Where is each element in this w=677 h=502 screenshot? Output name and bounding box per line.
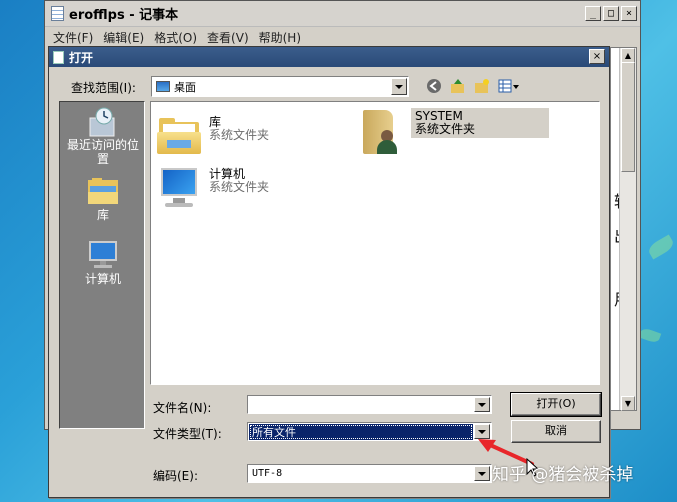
open-file-dialog: 打开 × 查找范围(I): 桌面 最近访问的位置 库 计算机 库 系统文件夹 S… <box>48 46 610 498</box>
notepad-title: erofflps - 记事本 <box>69 8 179 23</box>
back-button[interactable] <box>425 77 443 95</box>
encoding-value: UTF-8 <box>252 468 283 479</box>
new-folder-button[interactable] <box>473 77 491 95</box>
up-folder-button[interactable] <box>449 77 467 95</box>
user-folder-icon <box>359 108 407 156</box>
computer-icon <box>157 166 205 214</box>
file-type: 系统文件夹 <box>209 180 270 194</box>
recent-places-icon <box>89 107 115 137</box>
dialog-app-icon <box>53 50 64 64</box>
library-icon <box>88 178 118 204</box>
view-grid-icon <box>498 79 519 93</box>
desktop-decoration <box>638 326 662 345</box>
lookin-label: 查找范围(I): <box>71 81 136 95</box>
maximize-button[interactable]: □ <box>603 6 619 21</box>
chevron-down-icon[interactable] <box>391 78 407 95</box>
places-bar: 最近访问的位置 库 计算机 <box>59 101 145 429</box>
menu-edit[interactable]: 编辑(E) <box>103 29 144 46</box>
chevron-down-icon[interactable] <box>474 466 490 481</box>
file-item-computer[interactable]: 计算机 系统文件夹 <box>157 166 269 214</box>
file-type: 系统文件夹 <box>209 128 270 142</box>
open-button[interactable]: 打开(O) <box>510 392 602 417</box>
view-menu-button[interactable] <box>497 77 521 95</box>
close-button[interactable]: × <box>621 6 637 21</box>
place-label: 最近访问的位置 <box>66 138 139 166</box>
file-type: 系统文件夹 <box>415 122 476 136</box>
desktop-decoration <box>646 234 676 260</box>
minimize-button[interactable]: _ <box>585 6 601 21</box>
place-computer[interactable]: 计算机 <box>60 240 146 287</box>
dialog-close-button[interactable]: × <box>589 49 605 64</box>
dialog-titlebar[interactable]: 打开 × <box>49 47 609 67</box>
notepad-titlebar[interactable]: erofflps - 记事本 _ □ × <box>45 1 640 27</box>
library-folder-icon <box>157 114 205 162</box>
menu-format[interactable]: 格式(O) <box>154 29 197 46</box>
scroll-up-arrow-icon[interactable]: ▲ <box>621 48 635 63</box>
menu-view[interactable]: 查看(V) <box>207 29 249 46</box>
filename-label: 文件名(N): <box>153 401 212 415</box>
dialog-title: 打开 <box>69 50 94 65</box>
menu-file[interactable]: 文件(F) <box>53 29 93 46</box>
encoding-label: 编码(E): <box>153 469 198 483</box>
encoding-combobox[interactable]: UTF-8 <box>247 464 492 483</box>
chevron-down-icon[interactable] <box>474 397 490 412</box>
menu-help[interactable]: 帮助(H) <box>259 29 301 46</box>
notepad-vertical-scrollbar[interactable]: ▲ ▼ <box>619 48 636 411</box>
filename-combobox[interactable] <box>247 395 492 414</box>
place-library[interactable]: 库 <box>60 176 146 223</box>
file-item-library[interactable]: 库 系统文件夹 <box>157 114 269 162</box>
place-label: 计算机 <box>84 272 121 286</box>
filetype-label: 文件类型(T): <box>153 427 222 441</box>
new-folder-icon <box>475 79 489 93</box>
notepad-app-icon <box>51 6 64 21</box>
back-arrow-icon <box>427 79 441 93</box>
desktop-icon <box>156 81 170 92</box>
scroll-thumb[interactable] <box>621 62 635 172</box>
computer-icon <box>89 241 117 268</box>
filetype-value: 所有文件 <box>249 423 473 440</box>
notepad-menubar: 文件(F) 编辑(E) 格式(O) 查看(V) 帮助(H) <box>45 27 640 47</box>
place-recent[interactable]: 最近访问的位置 <box>60 106 146 166</box>
lookin-value: 桌面 <box>174 80 196 94</box>
file-list[interactable]: 库 系统文件夹 SYSTEM 系统文件夹 计算机 系统文件夹 <box>150 101 600 385</box>
filetype-combobox[interactable]: 所有文件 <box>247 422 492 441</box>
lookin-combobox[interactable]: 桌面 <box>151 76 409 97</box>
up-folder-icon <box>451 79 464 93</box>
file-item-system[interactable]: SYSTEM 系统文件夹 <box>359 108 549 156</box>
place-label: 库 <box>96 208 109 222</box>
watermark: 知乎 @猪会被杀掉 <box>492 465 634 485</box>
scroll-down-arrow-icon[interactable]: ▼ <box>621 396 635 411</box>
